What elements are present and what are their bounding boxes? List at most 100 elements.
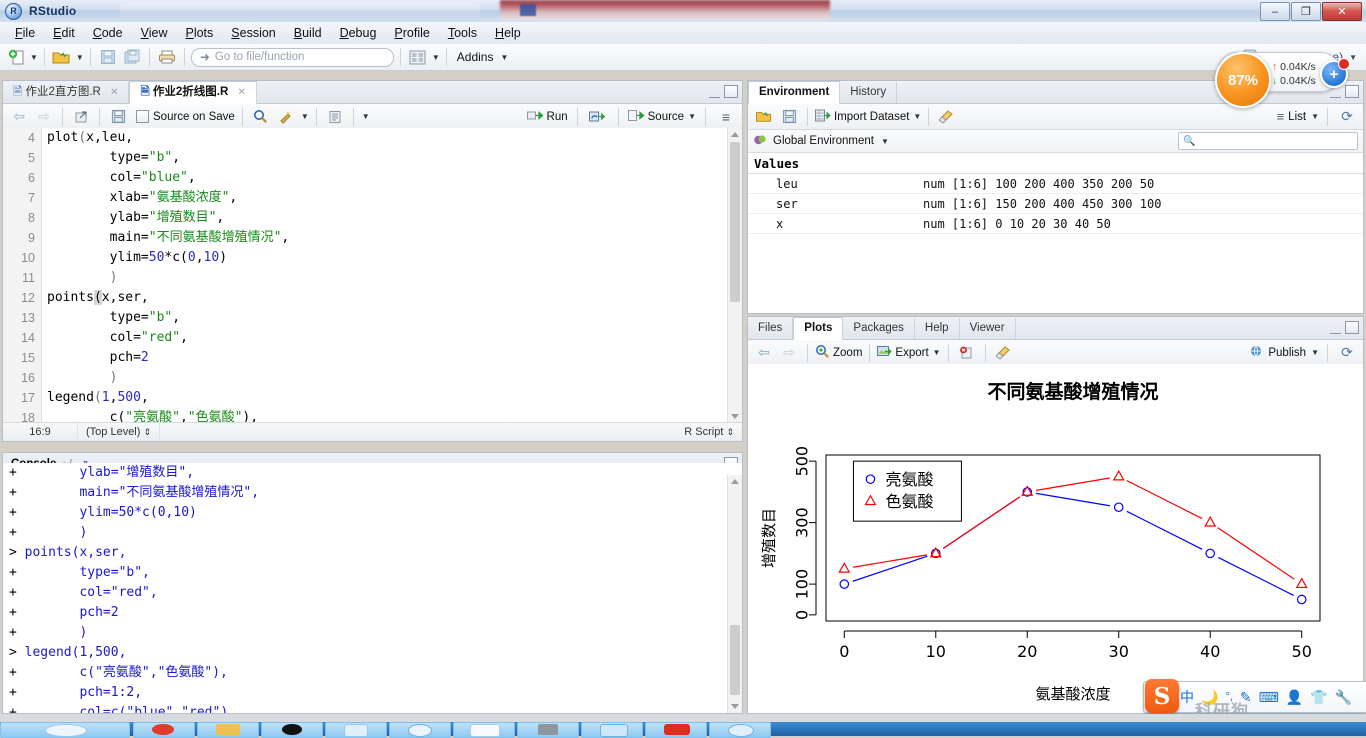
source-caret-icon[interactable]: ▼ <box>688 112 696 121</box>
compile-report-icon[interactable] <box>324 107 346 127</box>
print-icon[interactable] <box>156 47 178 67</box>
open-folder-icon[interactable] <box>51 47 73 67</box>
menu-view[interactable]: View <box>132 24 177 42</box>
code-line[interactable]: points(x,ser, <box>47 288 742 308</box>
back-arrow-icon[interactable]: ⇦ <box>753 343 775 363</box>
scroll-down-icon[interactable] <box>731 704 739 709</box>
refresh-icon[interactable]: ⟳ <box>1336 107 1358 127</box>
back-arrow-icon[interactable]: ⇦ <box>8 107 30 127</box>
code-line[interactable]: col="blue", <box>47 168 742 188</box>
menu-session[interactable]: Session <box>222 24 284 42</box>
minimize-button[interactable]: – <box>1260 2 1290 21</box>
clear-all-plots-icon[interactable] <box>993 343 1015 363</box>
taskbar-icon-1[interactable] <box>152 724 174 735</box>
code-line[interactable]: ylim=50*c(0,10) <box>47 248 742 268</box>
refresh-icon[interactable]: ⟳ <box>1336 343 1358 363</box>
close-button[interactable]: ✕ <box>1322 2 1362 21</box>
code-line[interactable]: ) <box>47 368 742 388</box>
import-dataset-button[interactable]: Import Dataset ▼ <box>815 109 921 125</box>
forward-arrow-icon[interactable]: ⇨ <box>33 107 55 127</box>
taskbar-icon-3[interactable] <box>282 724 302 735</box>
taskbar-icon-9[interactable] <box>664 724 690 735</box>
code-line[interactable]: type="b", <box>47 308 742 328</box>
rerun-icon[interactable] <box>587 107 609 127</box>
save-icon[interactable] <box>778 107 800 127</box>
scope-caret-icon[interactable]: ⇕ <box>143 427 151 437</box>
export-caret-icon[interactable]: ▼ <box>933 348 941 357</box>
taskbar-icon-8[interactable] <box>600 724 628 737</box>
forward-arrow-icon[interactable]: ⇨ <box>778 343 800 363</box>
console-scroll-thumb[interactable] <box>730 625 740 695</box>
project-caret-icon[interactable]: ▼ <box>1349 53 1357 62</box>
environment-row[interactable]: leu num [1:6] 100 200 400 350 200 50 <box>748 174 1363 194</box>
editor-scroll-thumb[interactable] <box>730 142 740 302</box>
code-line[interactable]: ) <box>47 268 742 288</box>
soft-keyboard-icon[interactable]: ⌨ <box>1259 689 1279 706</box>
maximize-icon[interactable] <box>1345 321 1359 334</box>
start-orb-icon[interactable] <box>45 724 87 737</box>
editor-code[interactable]: plot(x,leu, type="b", col="blue", xlab="… <box>47 128 742 441</box>
tab-files[interactable]: Files <box>748 318 794 339</box>
new-file-icon[interactable] <box>5 47 27 67</box>
more-commands-caret-icon[interactable]: ▼ <box>362 112 370 121</box>
addins-button[interactable]: Addins <box>453 50 498 64</box>
save-icon[interactable] <box>107 107 129 127</box>
source-on-save-box[interactable] <box>136 110 149 123</box>
minimize-icon[interactable] <box>709 93 720 98</box>
file-type-caret-icon[interactable]: ⇕ <box>726 427 734 437</box>
code-line[interactable]: xlab="氨基酸浓度", <box>47 188 742 208</box>
tab-viewer[interactable]: Viewer <box>960 318 1016 339</box>
tab-environment[interactable]: Environment <box>748 81 841 104</box>
save-all-icon[interactable] <box>121 47 143 67</box>
publish-label[interactable]: Publish <box>1268 347 1306 359</box>
code-tools-caret-icon[interactable]: ▼ <box>301 112 309 121</box>
source-on-save-checkbox[interactable]: Source on Save <box>136 110 235 123</box>
save-icon[interactable] <box>97 47 119 67</box>
environment-scope-label[interactable]: Global Environment <box>773 135 874 147</box>
scroll-down-icon[interactable] <box>731 414 739 419</box>
sogou-logo-icon[interactable]: S <box>1145 679 1179 713</box>
tab-packages[interactable]: Packages <box>843 318 915 339</box>
menu-code[interactable]: Code <box>84 24 132 42</box>
maximize-button[interactable]: ❐ <box>1291 2 1321 21</box>
open-folder-icon[interactable] <box>753 107 775 127</box>
menu-edit[interactable]: Edit <box>44 24 84 42</box>
remove-plot-icon[interactable] <box>956 343 978 363</box>
list-view-label[interactable]: List <box>1288 111 1306 123</box>
pane-layout-icon[interactable] <box>407 47 429 67</box>
publish-caret-icon[interactable]: ▼ <box>1311 348 1319 357</box>
code-line[interactable]: type="b", <box>47 148 742 168</box>
editor-scrollbar[interactable] <box>727 128 742 423</box>
addins-caret-icon[interactable]: ▼ <box>500 53 508 62</box>
close-icon[interactable]: ✕ <box>238 87 246 98</box>
taskbar-icon-6[interactable] <box>470 724 500 737</box>
tab-help[interactable]: Help <box>915 318 960 339</box>
run-button[interactable]: Run <box>526 109 568 125</box>
plot-canvas[interactable]: 不同氨基酸增殖情况 0 10 20 30 40 50 0 100 300 500 氨基酸浓度 增殖数目亮… <box>748 364 1363 713</box>
menu-profile[interactable]: Profile <box>385 24 438 42</box>
magnifier-icon[interactable] <box>250 107 272 127</box>
menu-plots[interactable]: Plots <box>176 24 222 42</box>
code-line[interactable]: pch=2 <box>47 348 742 368</box>
ime-mode-label[interactable]: 中 <box>1180 687 1194 707</box>
source-tab-zhexiantu[interactable]: 🗎 作业2折线图.R ✕ <box>129 81 257 104</box>
wrench-icon[interactable]: 🔧 <box>1335 689 1352 706</box>
menu-build[interactable]: Build <box>285 24 331 42</box>
document-outline-icon[interactable]: ≡ <box>715 107 737 127</box>
show-in-new-window-icon[interactable] <box>70 107 92 127</box>
environment-row[interactable]: x num [1:6] 0 10 20 30 40 50 <box>748 214 1363 234</box>
speed-percent-ball[interactable]: 87% <box>1215 52 1271 108</box>
file-type-selector[interactable]: R Script ⇕ <box>676 426 742 438</box>
user-icon[interactable]: 👤 <box>1286 689 1303 706</box>
environment-search-input[interactable]: 🔍 <box>1178 132 1358 150</box>
menu-debug[interactable]: Debug <box>331 24 386 42</box>
code-line[interactable]: col="red", <box>47 328 742 348</box>
code-tools-icon[interactable] <box>275 107 297 127</box>
minimize-icon[interactable] <box>1330 329 1341 334</box>
taskbar-icon-2[interactable] <box>216 724 240 735</box>
environment-row[interactable]: ser num [1:6] 150 200 400 450 300 100 <box>748 194 1363 214</box>
code-line[interactable]: legend(1,500, <box>47 388 742 408</box>
menu-tools[interactable]: Tools <box>439 24 486 42</box>
taskbar-icon-7[interactable] <box>538 724 558 735</box>
pane-layout-caret-icon[interactable]: ▼ <box>432 53 440 62</box>
